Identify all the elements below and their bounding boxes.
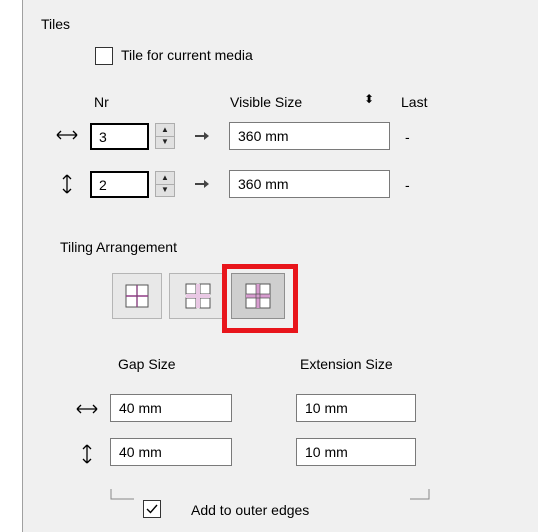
horizontal-double-arrow-icon	[76, 402, 98, 416]
vertical-extension-input[interactable]: 10 mm	[296, 438, 416, 466]
vertical-double-arrow-icon	[81, 444, 93, 464]
check-icon	[146, 504, 158, 514]
selected-arrangement-highlight	[222, 264, 298, 333]
add-to-outer-edges-label: Add to outer edges	[191, 502, 310, 518]
right-arrow-icon	[194, 131, 210, 141]
sort-updown-icon[interactable]: ⬍	[364, 92, 374, 106]
tile-for-current-media-checkbox[interactable]	[95, 47, 113, 65]
horizontal-extension-input[interactable]: 10 mm	[296, 394, 416, 422]
columns-count-spinner[interactable]: ▲ ▼	[155, 123, 175, 149]
rows-count-input[interactable]: 2	[90, 171, 149, 198]
vertical-visible-size-input[interactable]: 360 mm	[229, 170, 390, 198]
add-to-outer-edges-checkbox[interactable]	[143, 500, 161, 518]
columns-count-input[interactable]: 3	[90, 123, 149, 150]
grid-separated-icon	[185, 283, 211, 309]
vertical-double-arrow-icon	[61, 174, 73, 194]
tile-for-current-media-label: Tile for current media	[121, 47, 253, 63]
tiling-arrangement-label: Tiling Arrangement	[60, 239, 177, 255]
arrangement-grid-overlap-button[interactable]	[112, 273, 162, 319]
spin-up-icon[interactable]: ▲	[156, 172, 174, 184]
spin-down-icon[interactable]: ▼	[156, 135, 174, 149]
extension-size-label: Extension Size	[300, 356, 393, 372]
horizontal-gap-input[interactable]: 40 mm	[110, 394, 232, 422]
tiles-group-label: Tiles	[41, 16, 71, 32]
spin-up-icon[interactable]: ▲	[156, 124, 174, 136]
rows-count-spinner[interactable]: ▲ ▼	[155, 171, 175, 197]
gap-size-label: Gap Size	[118, 356, 176, 372]
horizontal-last-value: -	[405, 129, 410, 145]
horizontal-double-arrow-icon	[56, 128, 78, 142]
arrangement-grid-separated-button[interactable]	[169, 273, 227, 319]
last-column-header: Last	[401, 94, 428, 110]
visible-size-column-header: Visible Size	[230, 94, 303, 110]
nr-column-header: Nr	[94, 94, 109, 110]
vertical-gap-input[interactable]: 40 mm	[110, 438, 232, 466]
right-arrow-icon	[194, 179, 210, 189]
grid-overlap-icon	[125, 284, 149, 308]
vertical-last-value: -	[405, 177, 410, 193]
horizontal-visible-size-input[interactable]: 360 mm	[229, 122, 390, 150]
spin-down-icon[interactable]: ▼	[156, 183, 174, 197]
